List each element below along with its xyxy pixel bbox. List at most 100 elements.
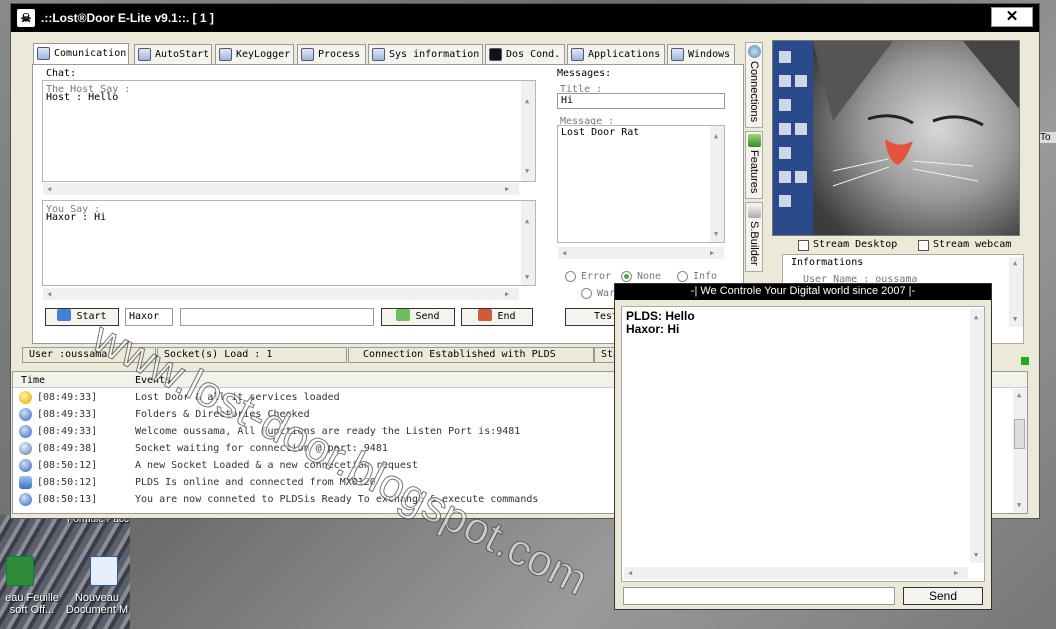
chat-group-label: Chat: — [46, 68, 77, 79]
radio-none-label: None — [637, 271, 662, 282]
chat-popup-hscrollbar[interactable]: ◀ ▶ — [624, 567, 968, 579]
side-tab-sbuilder[interactable]: S.Builder — [745, 202, 763, 272]
chat-bubble-icon — [37, 47, 50, 60]
radio-info[interactable] — [677, 271, 688, 282]
info-icon — [19, 459, 32, 472]
informations-title: Informations — [791, 257, 864, 268]
signal-icon — [19, 442, 32, 455]
event-time: [08:49:38] — [37, 443, 98, 454]
keyboard-icon — [219, 48, 232, 61]
message-scrollbar[interactable]: ▲ ▼ — [710, 126, 724, 242]
process-icon — [301, 48, 314, 61]
tab-keylogger[interactable]: KeyLogger — [215, 44, 294, 64]
message-textarea[interactable]: Lost Door Rat ▲ ▼ — [557, 125, 725, 243]
autostart-icon — [138, 48, 151, 61]
radio-warning-label: War — [597, 288, 616, 299]
radio-warning[interactable] — [581, 288, 592, 299]
host-say-text: Host : Hello — [46, 92, 119, 103]
tab-label: Process — [318, 49, 361, 60]
side-tab-connections[interactable]: Connections — [745, 42, 763, 128]
side-tab-connections-label: Connections — [748, 61, 760, 123]
send-button[interactable]: Send — [381, 308, 455, 326]
tab-sys-information[interactable]: Sys information — [368, 44, 483, 64]
event-row[interactable]: [08:50:12] PLDS Is online and connected f… — [13, 474, 613, 491]
tab-label: KeyLogger — [236, 49, 291, 60]
event-row[interactable]: [08:50:13] You are now conneted to PLDSis… — [13, 491, 613, 508]
user-icon — [19, 476, 32, 489]
chat-popup-send-button[interactable]: Send — [903, 587, 983, 605]
host-say-scrollbar[interactable]: ▲ ▼ — [521, 81, 535, 181]
radio-error-label: Error — [581, 271, 612, 282]
desktop-edge-label: To — [1040, 132, 1056, 143]
side-tab-features-label: Features — [748, 150, 760, 194]
tab-dos-cond[interactable]: Dos Cond. — [485, 44, 565, 64]
applications-icon — [571, 48, 584, 61]
messages-group-label: Messages: — [557, 68, 612, 79]
connections-icon — [748, 45, 761, 58]
you-say-hscrollbar[interactable]: ◀ ▶ — [43, 288, 519, 300]
chat-line: PLDS: Hello — [626, 309, 695, 323]
informations-scrollbar[interactable]: ▲ ▼ — [1009, 257, 1023, 327]
event-row[interactable]: [08:49:33] Lost Door & all it services lo… — [13, 389, 613, 406]
stream-webcam-checkbox[interactable] — [918, 240, 929, 251]
title-field[interactable]: Hi — [557, 93, 725, 109]
title-bar[interactable]: ☠ .::Lost®Door E-Lite v9.1::. [ 1 ] ✕ — [11, 4, 1039, 32]
host-say-box[interactable]: The Host Say : Host : Hello ▲ ▼ — [42, 80, 536, 182]
chat-popup-input[interactable] — [623, 587, 895, 605]
nickname-field[interactable]: Haxor — [125, 308, 173, 326]
tab-label: Comunication — [54, 48, 127, 59]
tab-applications[interactable]: Applications — [567, 44, 665, 64]
radio-none[interactable] — [621, 271, 632, 282]
radio-error[interactable] — [565, 271, 576, 282]
tab-process[interactable]: Process — [297, 44, 366, 64]
message-input[interactable] — [180, 308, 374, 326]
stream-webcam-label: Stream webcam — [933, 239, 1012, 250]
event-time: [08:50:12] — [37, 477, 98, 488]
end-button[interactable]: End — [461, 308, 533, 326]
tab-comunication[interactable]: Comunication — [33, 43, 129, 65]
send-label: Send — [415, 311, 440, 322]
tab-label: Applications — [588, 49, 661, 60]
features-icon — [748, 134, 761, 147]
side-tab-features[interactable]: Features — [745, 131, 763, 199]
event-time: [08:49:33] — [37, 392, 98, 403]
you-say-text: Haxor : Hi — [46, 212, 107, 223]
event-time: [08:50:13] — [37, 494, 98, 505]
chat-popup-title[interactable]: -| We Controle Your Digital world since … — [615, 284, 991, 300]
events-scroll-thumb[interactable] — [1014, 419, 1025, 449]
you-say-scrollbar[interactable]: ▲ ▼ — [521, 201, 535, 285]
desktop-icon-label-1[interactable]: eau Feuille soft Off... — [0, 592, 64, 616]
events-scrollbar[interactable]: ▲ ▼ — [1013, 389, 1027, 513]
info-icon — [19, 493, 32, 506]
tab-label: Windows — [688, 49, 731, 60]
you-say-box[interactable]: You Say : Haxor : Hi ▲ ▼ — [42, 200, 536, 286]
tab-autostart[interactable]: AutoStart — [134, 44, 212, 64]
tab-windows[interactable]: Windows — [667, 44, 735, 64]
tab-label: Sys information — [389, 49, 480, 60]
user-close-icon — [478, 309, 493, 321]
col-time-header[interactable]: Time — [21, 375, 45, 386]
tab-label: AutoStart — [155, 49, 210, 60]
desktop-icon-label-2[interactable]: Nouveau Document M — [64, 592, 130, 616]
send-icon — [396, 309, 411, 321]
builder-icon — [748, 205, 761, 218]
message-hscrollbar[interactable]: ◀ ▶ — [558, 247, 724, 259]
end-label: End — [497, 311, 516, 322]
event-time: [08:49:33] — [37, 409, 98, 420]
user-icon — [57, 309, 72, 321]
webcam-image — [773, 41, 1019, 235]
chat-popup-log[interactable]: PLDS: Hello Haxor: Hi ▲ ▼ ◀ ▶ — [621, 306, 985, 582]
word-file-icon[interactable] — [90, 556, 118, 586]
chat-line: Haxor: Hi — [626, 322, 680, 336]
excel-file-icon[interactable] — [6, 556, 34, 586]
status-indicator — [1021, 357, 1029, 365]
close-button[interactable]: ✕ — [991, 7, 1033, 27]
host-say-hscrollbar[interactable]: ◀ ▶ — [43, 183, 519, 195]
radio-info-label: Info — [693, 271, 718, 282]
stream-desktop-checkbox[interactable] — [798, 240, 809, 251]
status-connection: Connection Established with PLDS — [348, 347, 594, 363]
chat-popup-scrollbar[interactable]: ▲ ▼ — [970, 309, 984, 563]
event-time: [08:50:12] — [37, 460, 98, 471]
side-tab-sbuilder-label: S.Builder — [748, 221, 760, 266]
event-time: [08:49:33] — [37, 426, 98, 437]
